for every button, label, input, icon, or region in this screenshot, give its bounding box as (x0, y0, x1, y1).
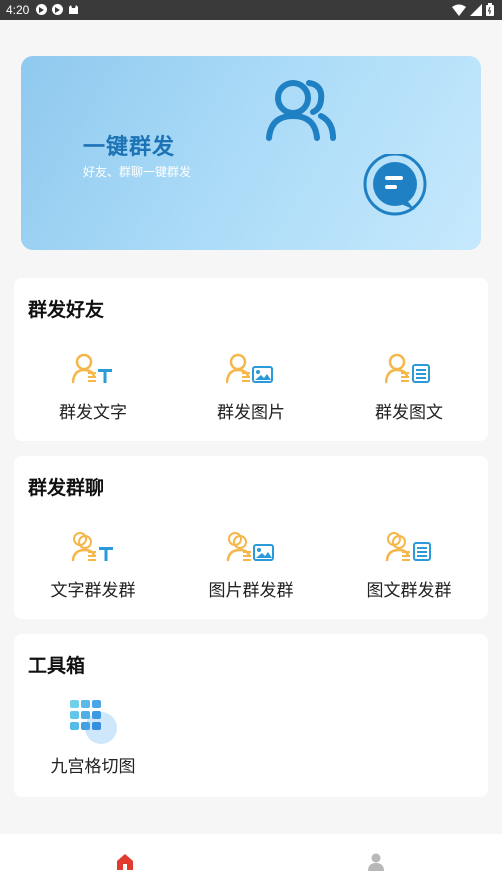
groups-text-label: 文字群发群 (50, 581, 136, 601)
status-bar: 4:20 (0, 0, 502, 20)
tools-grid-label: 九宫格切图 (50, 757, 136, 777)
status-time: 4:20 (6, 3, 30, 17)
grid-icon (23, 698, 163, 748)
cat-icon (68, 4, 79, 15)
friends-card: 群发好友 群发文字 群发图片 群发图文 (14, 278, 488, 441)
groups-text-item[interactable]: 文字群发群 (23, 526, 163, 601)
friends-article-label: 群发图文 (375, 403, 443, 423)
friends-image-item[interactable]: 群发图片 (181, 348, 321, 423)
profile-icon (368, 853, 384, 871)
groups-image-item[interactable]: 图片群发群 (181, 526, 321, 601)
banner[interactable]: 一键群发 好友、群聊一键群发 (21, 56, 481, 250)
tools-card: 工具箱 九宫格切图 (14, 634, 488, 797)
user-image-icon (181, 348, 321, 388)
groups-section-title: 群发群聊 (28, 477, 105, 499)
chat-icon (361, 152, 429, 222)
friends-text-label: 群发文字 (59, 403, 127, 423)
status-left-icons (36, 4, 79, 15)
user-text-icon (23, 348, 163, 388)
status-right-icons (452, 3, 494, 19)
banner-subtitle: 好友、群聊一键群发 (83, 165, 192, 179)
home-icon (117, 854, 133, 870)
group-article-icon (339, 526, 479, 566)
group-image-icon (181, 526, 321, 566)
profile-tab[interactable] (366, 852, 388, 874)
groups-image-label: 图片群发群 (208, 581, 294, 601)
friends-image-label: 群发图片 (217, 403, 285, 423)
signal-icon (470, 3, 482, 19)
groups-article-label: 图文群发群 (366, 581, 452, 601)
send-icon (36, 4, 47, 15)
groups-article-item[interactable]: 图文群发群 (339, 526, 479, 601)
wifi-icon (452, 4, 466, 19)
tools-section-title: 工具箱 (28, 655, 86, 677)
send-icon (52, 4, 63, 15)
battery-icon (486, 3, 494, 19)
tools-grid-item[interactable]: 九宫格切图 (23, 698, 163, 777)
friends-text-item[interactable]: 群发文字 (23, 348, 163, 423)
bottom-tab-bar (0, 834, 502, 892)
group-text-icon (23, 526, 163, 566)
groups-card: 群发群聊 文字群发群 图片群发群 图文群发群 (14, 456, 488, 619)
people-icon (263, 76, 339, 146)
banner-title: 一键群发 (83, 135, 176, 160)
user-article-icon (339, 348, 479, 388)
friends-section-title: 群发好友 (28, 299, 105, 321)
home-tab[interactable] (115, 852, 137, 874)
friends-article-item[interactable]: 群发图文 (339, 348, 479, 423)
